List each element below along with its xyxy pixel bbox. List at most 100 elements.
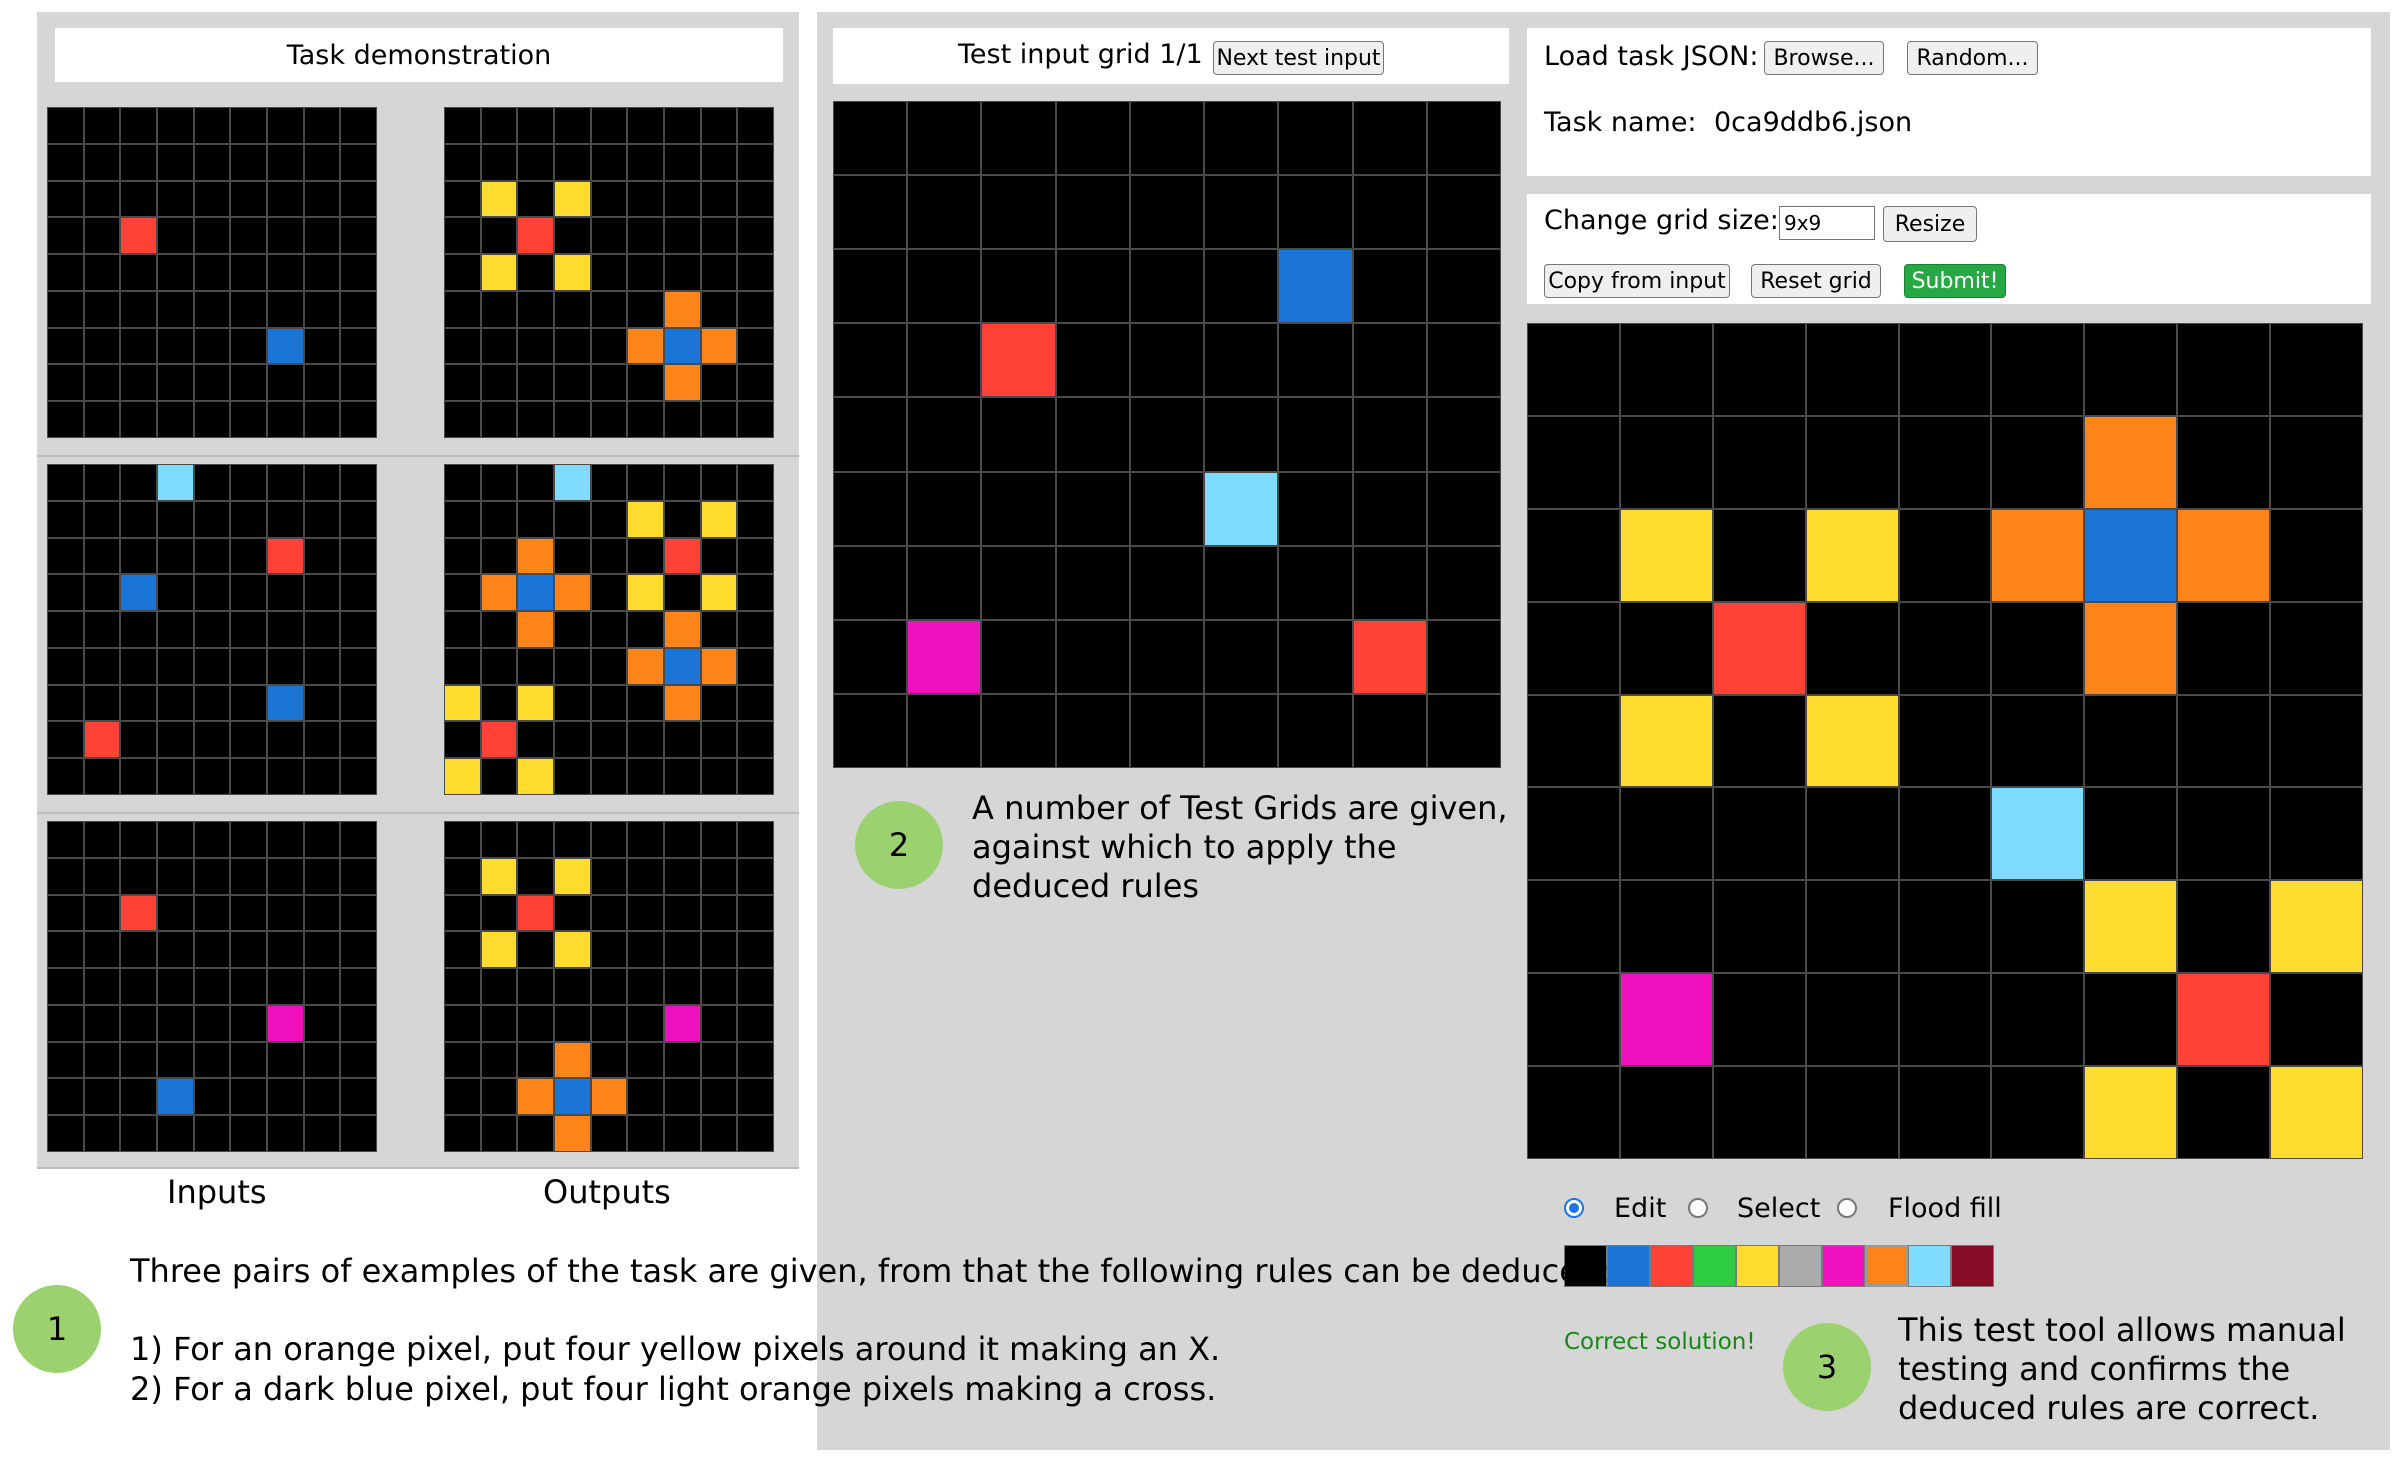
color-swatch[interactable] (1865, 1245, 1908, 1287)
grid-cell[interactable] (2177, 973, 2271, 1067)
grid-cell[interactable] (2270, 601, 2363, 695)
grid-cell[interactable] (1898, 415, 1992, 509)
grid-cell[interactable] (2177, 323, 2271, 416)
grid-cell[interactable] (1619, 694, 1713, 788)
grid-cell[interactable] (1991, 787, 2085, 881)
grid-cell[interactable] (2084, 1066, 2178, 1159)
grid-cell[interactable] (1805, 323, 1899, 416)
grid-cell[interactable] (1805, 415, 1899, 509)
grid-cell[interactable] (1898, 694, 1992, 788)
grid-cell[interactable] (1991, 415, 2085, 509)
color-swatch[interactable] (1822, 1245, 1865, 1287)
color-swatch[interactable] (1951, 1245, 1994, 1287)
grid-cell[interactable] (2270, 415, 2363, 509)
grid-cell[interactable] (1527, 323, 1620, 416)
output-edit-grid[interactable] (1527, 323, 2363, 1159)
grid-cell[interactable] (1619, 323, 1713, 416)
grid-cell[interactable] (2270, 880, 2363, 974)
grid-cell[interactable] (2084, 508, 2178, 602)
select-mode-radio[interactable] (1688, 1198, 1708, 1218)
grid-cell[interactable] (1619, 508, 1713, 602)
grid-cell[interactable] (1805, 1066, 1899, 1159)
grid-cell[interactable] (1805, 973, 1899, 1067)
grid-cell[interactable] (1991, 601, 2085, 695)
copy-from-input-button[interactable]: Copy from input (1544, 264, 1730, 298)
next-test-input-button[interactable]: Next test input (1213, 41, 1384, 75)
grid-cell[interactable] (2177, 787, 2271, 881)
color-swatch[interactable] (1908, 1245, 1951, 1287)
grid-cell[interactable] (1991, 880, 2085, 974)
grid-cell[interactable] (1527, 973, 1620, 1067)
grid-cell[interactable] (1712, 973, 1806, 1067)
grid-cell[interactable] (2084, 973, 2178, 1067)
grid-cell[interactable] (2084, 323, 2178, 416)
grid-cell[interactable] (1712, 601, 1806, 695)
grid-cell[interactable] (1527, 415, 1620, 509)
color-swatch[interactable] (1693, 1245, 1736, 1287)
grid-cell[interactable] (1527, 694, 1620, 788)
grid-cell[interactable] (1991, 508, 2085, 602)
grid-cell[interactable] (1712, 787, 1806, 881)
grid-cell[interactable] (1712, 323, 1806, 416)
grid-cell[interactable] (1712, 1066, 1806, 1159)
color-swatch[interactable] (1779, 1245, 1822, 1287)
grid-cell[interactable] (1527, 880, 1620, 974)
grid-size-input[interactable] (1779, 206, 1875, 240)
grid-cell[interactable] (1712, 508, 1806, 602)
grid-cell[interactable] (1527, 1066, 1620, 1159)
grid-cell[interactable] (2084, 787, 2178, 881)
grid-cell[interactable] (1619, 415, 1713, 509)
grid-cell[interactable] (1991, 323, 2085, 416)
grid-cell[interactable] (1527, 787, 1620, 881)
grid-cell[interactable] (1619, 880, 1713, 974)
grid-cell[interactable] (2177, 601, 2271, 695)
grid-cell[interactable] (2177, 880, 2271, 974)
grid-cell[interactable] (1712, 694, 1806, 788)
grid-cell[interactable] (1991, 973, 2085, 1067)
grid-cell[interactable] (1898, 508, 1992, 602)
grid-cell[interactable] (1898, 787, 1992, 881)
grid-cell[interactable] (1805, 880, 1899, 974)
resize-button[interactable]: Resize (1883, 206, 1977, 242)
flood-fill-mode-radio[interactable] (1837, 1198, 1857, 1218)
grid-cell[interactable] (2084, 694, 2178, 788)
grid-cell[interactable] (2084, 880, 2178, 974)
grid-cell[interactable] (1898, 323, 1992, 416)
grid-cell[interactable] (2177, 415, 2271, 509)
grid-cell[interactable] (1991, 694, 2085, 788)
grid-cell[interactable] (1898, 601, 1992, 695)
grid-cell[interactable] (1712, 880, 1806, 974)
grid-cell[interactable] (2270, 787, 2363, 881)
grid-cell[interactable] (1527, 601, 1620, 695)
grid-cell[interactable] (2270, 508, 2363, 602)
grid-cell[interactable] (2270, 1066, 2363, 1159)
color-swatch[interactable] (1650, 1245, 1693, 1287)
grid-cell[interactable] (1712, 415, 1806, 509)
grid-cell[interactable] (1619, 1066, 1713, 1159)
random-button[interactable]: Random... (1907, 41, 2038, 75)
edit-mode-radio[interactable] (1564, 1198, 1584, 1218)
grid-cell[interactable] (2177, 694, 2271, 788)
submit-button[interactable]: Submit! (1904, 264, 2006, 298)
grid-cell[interactable] (2177, 1066, 2271, 1159)
grid-cell[interactable] (1805, 694, 1899, 788)
grid-cell[interactable] (1805, 787, 1899, 881)
grid-cell[interactable] (1619, 973, 1713, 1067)
grid-cell[interactable] (1527, 508, 1620, 602)
color-swatch[interactable] (1736, 1245, 1779, 1287)
grid-cell[interactable] (1619, 787, 1713, 881)
grid-cell[interactable] (1898, 880, 1992, 974)
grid-cell[interactable] (1898, 1066, 1992, 1159)
grid-cell[interactable] (1619, 601, 1713, 695)
grid-cell[interactable] (2177, 508, 2271, 602)
grid-cell[interactable] (1898, 973, 1992, 1067)
grid-cell[interactable] (1805, 601, 1899, 695)
grid-cell[interactable] (2270, 323, 2363, 416)
grid-cell[interactable] (2084, 601, 2178, 695)
grid-cell[interactable] (2270, 694, 2363, 788)
grid-cell[interactable] (2270, 973, 2363, 1067)
grid-cell[interactable] (2084, 415, 2178, 509)
reset-grid-button[interactable]: Reset grid (1751, 264, 1881, 298)
browse-button[interactable]: Browse... (1764, 41, 1884, 75)
grid-cell[interactable] (1805, 508, 1899, 602)
